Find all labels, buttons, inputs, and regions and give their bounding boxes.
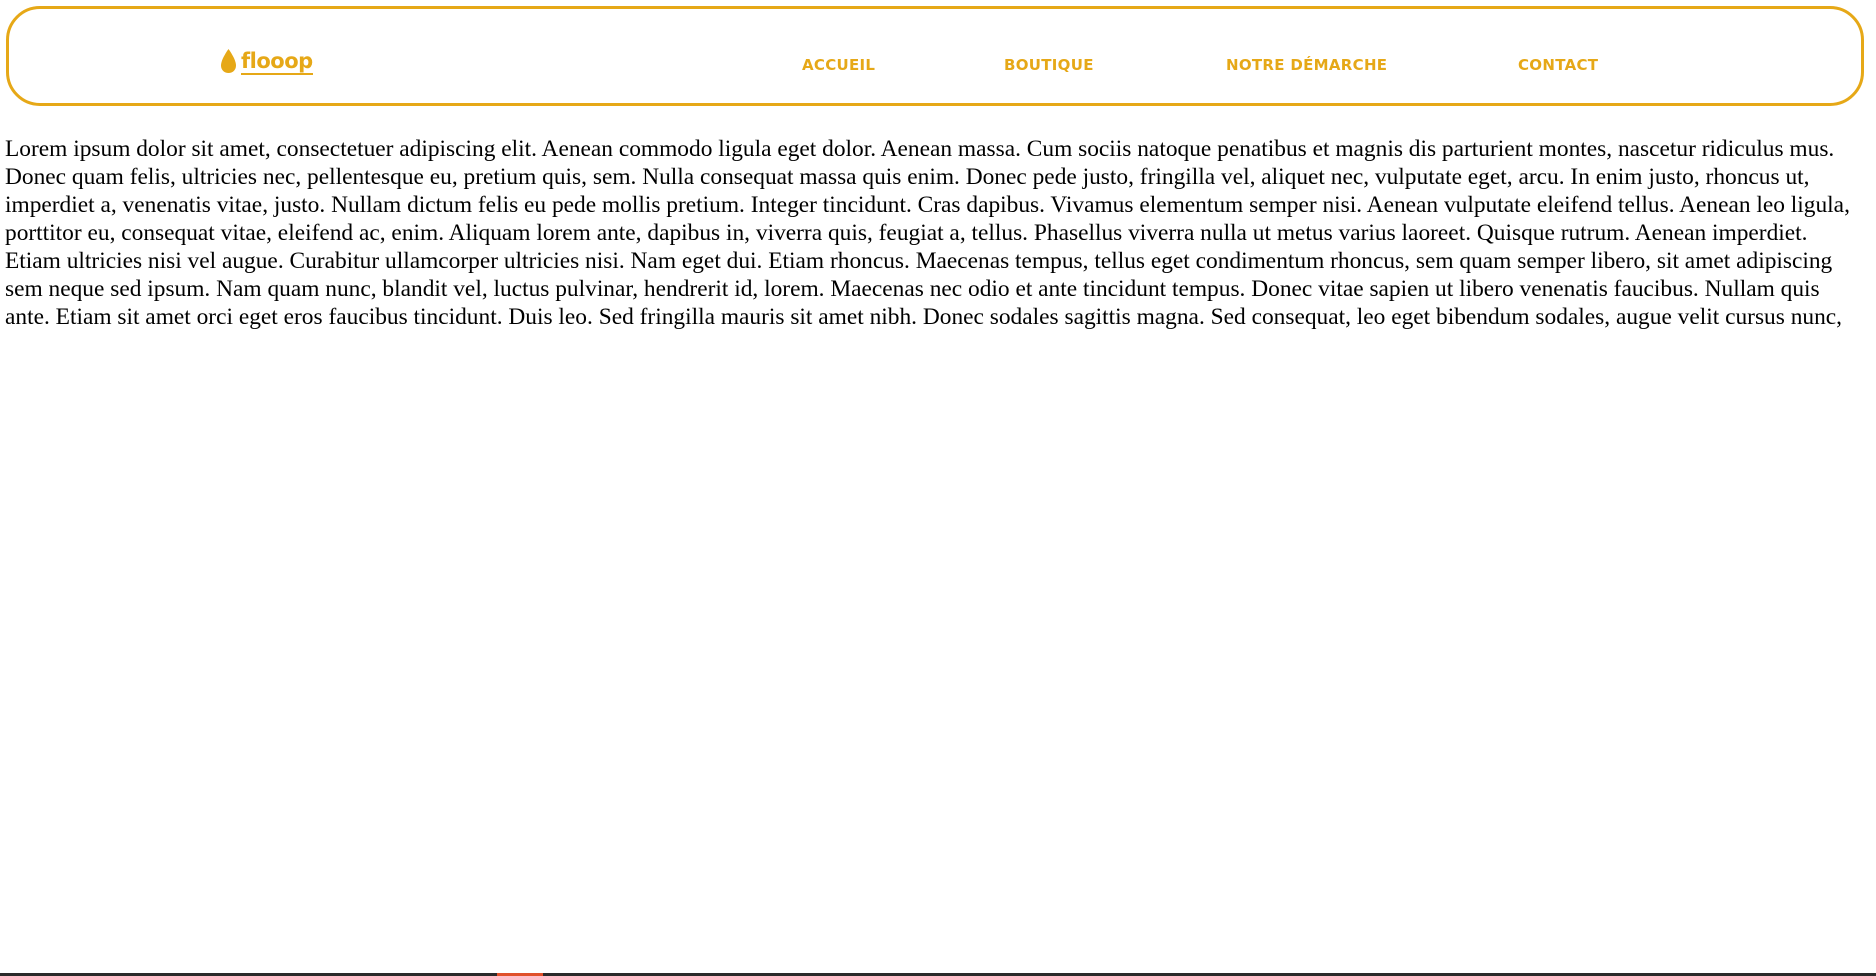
nav-link-notre-demarche[interactable]: NOTRE DÉMARCHE <box>1226 56 1387 74</box>
site-header: flooop ACCUEIL BOUTIQUE NOTRE DÉMARCHE C… <box>6 6 1864 106</box>
lorem-paragraph: Lorem ipsum dolor sit amet, consectetuer… <box>5 136 1850 330</box>
nav-link-boutique[interactable]: BOUTIQUE <box>1004 56 1094 74</box>
nav-link-accueil[interactable]: ACCUEIL <box>802 56 875 74</box>
drop-icon <box>219 47 238 75</box>
logo-link[interactable]: flooop <box>219 47 313 75</box>
logo-text: flooop <box>241 49 313 75</box>
nav-link-contact[interactable]: CONTACT <box>1518 56 1598 74</box>
